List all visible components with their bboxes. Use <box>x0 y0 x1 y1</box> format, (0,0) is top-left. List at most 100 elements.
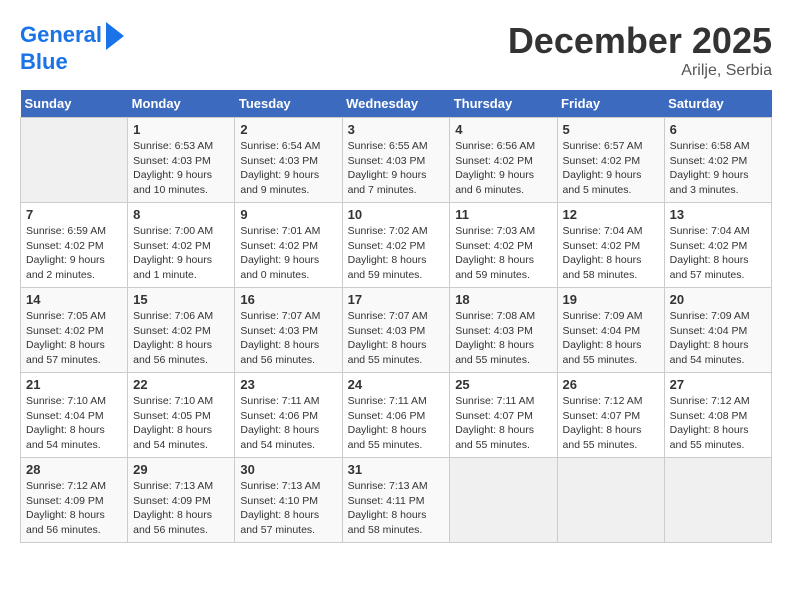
calendar-cell: 27 Sunrise: 7:12 AM Sunset: 4:08 PM Dayl… <box>664 373 771 458</box>
weekday-header-wednesday: Wednesday <box>342 90 450 118</box>
day-info: Sunrise: 7:02 AM Sunset: 4:02 PM Dayligh… <box>348 224 445 283</box>
calendar-week-row: 7 Sunrise: 6:59 AM Sunset: 4:02 PM Dayli… <box>21 203 772 288</box>
calendar-cell: 15 Sunrise: 7:06 AM Sunset: 4:02 PM Dayl… <box>128 288 235 373</box>
day-info: Sunrise: 7:13 AM Sunset: 4:09 PM Dayligh… <box>133 479 229 538</box>
calendar-cell: 10 Sunrise: 7:02 AM Sunset: 4:02 PM Dayl… <box>342 203 450 288</box>
calendar-cell: 4 Sunrise: 6:56 AM Sunset: 4:02 PM Dayli… <box>450 118 557 203</box>
logo-blue: Blue <box>20 50 124 74</box>
calendar-cell: 24 Sunrise: 7:11 AM Sunset: 4:06 PM Dayl… <box>342 373 450 458</box>
location-subtitle: Arilje, Serbia <box>508 62 772 80</box>
calendar-cell: 14 Sunrise: 7:05 AM Sunset: 4:02 PM Dayl… <box>21 288 128 373</box>
calendar-cell <box>21 118 128 203</box>
calendar-cell: 2 Sunrise: 6:54 AM Sunset: 4:03 PM Dayli… <box>235 118 342 203</box>
day-info: Sunrise: 6:58 AM Sunset: 4:02 PM Dayligh… <box>670 139 766 198</box>
day-number: 4 <box>455 122 551 137</box>
calendar-week-row: 28 Sunrise: 7:12 AM Sunset: 4:09 PM Dayl… <box>21 458 772 543</box>
day-info: Sunrise: 7:05 AM Sunset: 4:02 PM Dayligh… <box>26 309 122 368</box>
day-number: 28 <box>26 462 122 477</box>
day-number: 9 <box>240 207 336 222</box>
calendar-cell: 17 Sunrise: 7:07 AM Sunset: 4:03 PM Dayl… <box>342 288 450 373</box>
logo-general: General <box>20 22 102 47</box>
page-header: General Blue December 2025 Arilje, Serbi… <box>20 20 772 80</box>
day-number: 17 <box>348 292 445 307</box>
calendar-cell: 3 Sunrise: 6:55 AM Sunset: 4:03 PM Dayli… <box>342 118 450 203</box>
day-number: 2 <box>240 122 336 137</box>
day-info: Sunrise: 7:07 AM Sunset: 4:03 PM Dayligh… <box>240 309 336 368</box>
day-number: 6 <box>670 122 766 137</box>
day-number: 18 <box>455 292 551 307</box>
calendar-cell: 28 Sunrise: 7:12 AM Sunset: 4:09 PM Dayl… <box>21 458 128 543</box>
day-number: 23 <box>240 377 336 392</box>
day-info: Sunrise: 6:56 AM Sunset: 4:02 PM Dayligh… <box>455 139 551 198</box>
logo: General Blue <box>20 20 124 74</box>
calendar-cell: 9 Sunrise: 7:01 AM Sunset: 4:02 PM Dayli… <box>235 203 342 288</box>
day-info: Sunrise: 7:11 AM Sunset: 4:07 PM Dayligh… <box>455 394 551 453</box>
weekday-header-thursday: Thursday <box>450 90 557 118</box>
day-info: Sunrise: 6:57 AM Sunset: 4:02 PM Dayligh… <box>563 139 659 198</box>
calendar-cell: 29 Sunrise: 7:13 AM Sunset: 4:09 PM Dayl… <box>128 458 235 543</box>
day-number: 10 <box>348 207 445 222</box>
day-info: Sunrise: 7:13 AM Sunset: 4:11 PM Dayligh… <box>348 479 445 538</box>
calendar-cell <box>664 458 771 543</box>
day-info: Sunrise: 6:53 AM Sunset: 4:03 PM Dayligh… <box>133 139 229 198</box>
title-section: December 2025 Arilje, Serbia <box>508 20 772 80</box>
day-number: 8 <box>133 207 229 222</box>
logo-text: General <box>20 23 102 47</box>
day-number: 14 <box>26 292 122 307</box>
day-number: 5 <box>563 122 659 137</box>
calendar-cell: 8 Sunrise: 7:00 AM Sunset: 4:02 PM Dayli… <box>128 203 235 288</box>
day-info: Sunrise: 7:10 AM Sunset: 4:05 PM Dayligh… <box>133 394 229 453</box>
calendar-cell: 23 Sunrise: 7:11 AM Sunset: 4:06 PM Dayl… <box>235 373 342 458</box>
calendar-cell <box>557 458 664 543</box>
day-number: 31 <box>348 462 445 477</box>
logo-arrow-icon <box>106 22 124 50</box>
calendar-cell: 21 Sunrise: 7:10 AM Sunset: 4:04 PM Dayl… <box>21 373 128 458</box>
day-info: Sunrise: 7:09 AM Sunset: 4:04 PM Dayligh… <box>563 309 659 368</box>
day-number: 22 <box>133 377 229 392</box>
day-number: 3 <box>348 122 445 137</box>
day-info: Sunrise: 7:00 AM Sunset: 4:02 PM Dayligh… <box>133 224 229 283</box>
day-number: 26 <box>563 377 659 392</box>
calendar-cell: 25 Sunrise: 7:11 AM Sunset: 4:07 PM Dayl… <box>450 373 557 458</box>
calendar-cell: 16 Sunrise: 7:07 AM Sunset: 4:03 PM Dayl… <box>235 288 342 373</box>
day-info: Sunrise: 6:54 AM Sunset: 4:03 PM Dayligh… <box>240 139 336 198</box>
calendar-cell: 12 Sunrise: 7:04 AM Sunset: 4:02 PM Dayl… <box>557 203 664 288</box>
day-info: Sunrise: 7:12 AM Sunset: 4:09 PM Dayligh… <box>26 479 122 538</box>
weekday-header-saturday: Saturday <box>664 90 771 118</box>
day-info: Sunrise: 7:04 AM Sunset: 4:02 PM Dayligh… <box>563 224 659 283</box>
calendar-cell: 19 Sunrise: 7:09 AM Sunset: 4:04 PM Dayl… <box>557 288 664 373</box>
weekday-header-sunday: Sunday <box>21 90 128 118</box>
weekday-header-monday: Monday <box>128 90 235 118</box>
day-info: Sunrise: 7:10 AM Sunset: 4:04 PM Dayligh… <box>26 394 122 453</box>
calendar-cell: 5 Sunrise: 6:57 AM Sunset: 4:02 PM Dayli… <box>557 118 664 203</box>
calendar-cell: 30 Sunrise: 7:13 AM Sunset: 4:10 PM Dayl… <box>235 458 342 543</box>
day-number: 11 <box>455 207 551 222</box>
day-number: 13 <box>670 207 766 222</box>
calendar-cell: 1 Sunrise: 6:53 AM Sunset: 4:03 PM Dayli… <box>128 118 235 203</box>
day-number: 7 <box>26 207 122 222</box>
day-info: Sunrise: 6:55 AM Sunset: 4:03 PM Dayligh… <box>348 139 445 198</box>
day-number: 16 <box>240 292 336 307</box>
day-info: Sunrise: 7:12 AM Sunset: 4:08 PM Dayligh… <box>670 394 766 453</box>
day-number: 12 <box>563 207 659 222</box>
day-info: Sunrise: 7:06 AM Sunset: 4:02 PM Dayligh… <box>133 309 229 368</box>
calendar-cell: 20 Sunrise: 7:09 AM Sunset: 4:04 PM Dayl… <box>664 288 771 373</box>
calendar-cell: 22 Sunrise: 7:10 AM Sunset: 4:05 PM Dayl… <box>128 373 235 458</box>
day-info: Sunrise: 7:11 AM Sunset: 4:06 PM Dayligh… <box>348 394 445 453</box>
day-info: Sunrise: 7:01 AM Sunset: 4:02 PM Dayligh… <box>240 224 336 283</box>
calendar-table: SundayMondayTuesdayWednesdayThursdayFrid… <box>20 90 772 543</box>
weekday-header-row: SundayMondayTuesdayWednesdayThursdayFrid… <box>21 90 772 118</box>
calendar-cell: 18 Sunrise: 7:08 AM Sunset: 4:03 PM Dayl… <box>450 288 557 373</box>
day-number: 24 <box>348 377 445 392</box>
day-number: 27 <box>670 377 766 392</box>
day-number: 30 <box>240 462 336 477</box>
day-info: Sunrise: 7:11 AM Sunset: 4:06 PM Dayligh… <box>240 394 336 453</box>
day-number: 21 <box>26 377 122 392</box>
day-info: Sunrise: 7:09 AM Sunset: 4:04 PM Dayligh… <box>670 309 766 368</box>
day-number: 19 <box>563 292 659 307</box>
calendar-cell: 13 Sunrise: 7:04 AM Sunset: 4:02 PM Dayl… <box>664 203 771 288</box>
month-title: December 2025 <box>508 20 772 62</box>
day-info: Sunrise: 6:59 AM Sunset: 4:02 PM Dayligh… <box>26 224 122 283</box>
calendar-cell: 6 Sunrise: 6:58 AM Sunset: 4:02 PM Dayli… <box>664 118 771 203</box>
calendar-cell <box>450 458 557 543</box>
